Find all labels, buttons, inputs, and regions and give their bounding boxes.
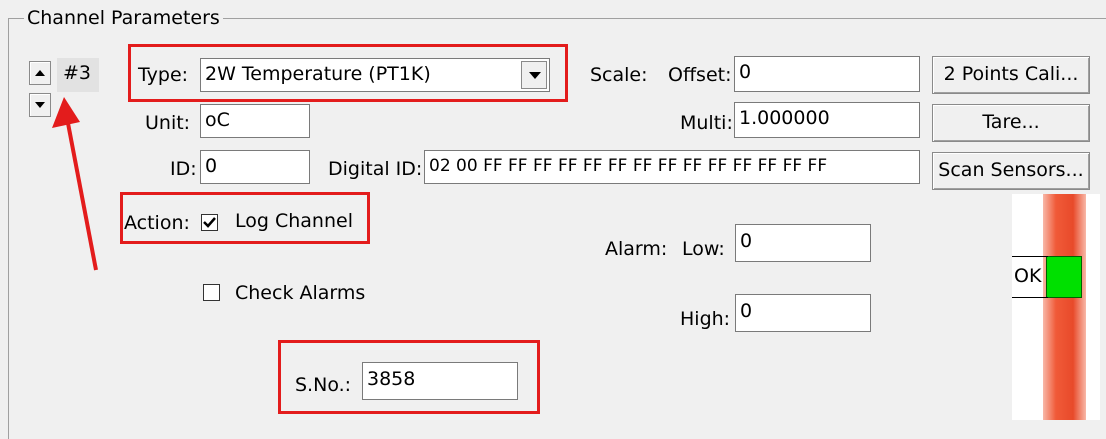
status-bar	[1043, 194, 1086, 420]
id-input[interactable]: 0	[200, 150, 310, 184]
scale-label: Scale:	[590, 64, 648, 86]
check-alarms-checkbox[interactable]	[203, 284, 220, 301]
alarm-low-input[interactable]: 0	[735, 224, 871, 262]
annotation-type-box	[128, 44, 568, 102]
high-label: High:	[680, 308, 731, 330]
alarm-label: Alarm:	[605, 238, 668, 260]
tare-button[interactable]: Tare...	[932, 104, 1090, 142]
unit-input[interactable]: oC	[200, 104, 310, 138]
multi-input[interactable]: 1.000000	[734, 102, 920, 138]
status-line-top	[1012, 256, 1048, 257]
check-alarms-label: Check Alarms	[235, 282, 366, 304]
status-line-bottom	[1012, 297, 1048, 298]
scan-sensors-button[interactable]: Scan Sensors...	[932, 152, 1090, 190]
digital-id-input[interactable]: 02 00 FF FF FF FF FF FF FF FF FF FF FF F…	[424, 150, 920, 184]
offset-label: Offset:	[668, 64, 732, 86]
id-label: ID:	[170, 158, 197, 180]
multi-label: Multi:	[680, 112, 733, 134]
status-ok-indicator	[1046, 256, 1082, 298]
annotation-arrow-icon	[52, 97, 98, 271]
low-label: Low:	[682, 238, 725, 260]
unit-label: Unit:	[145, 112, 191, 134]
arrow-up-icon	[35, 70, 45, 76]
status-ok-label: OK	[1014, 265, 1042, 287]
annotation-sno-box	[278, 340, 540, 414]
offset-input[interactable]: 0	[734, 56, 920, 92]
group-title: Channel Parameters	[24, 6, 223, 30]
channel-up-button[interactable]	[29, 61, 51, 85]
two-points-cali-button[interactable]: 2 Points Cali...	[932, 56, 1090, 94]
channel-down-button[interactable]	[29, 93, 51, 117]
digital-id-label: Digital ID:	[328, 158, 423, 180]
channel-number: #3	[57, 58, 99, 92]
alarm-high-input[interactable]: 0	[735, 294, 871, 332]
annotation-action-box	[120, 192, 370, 244]
arrow-down-icon	[35, 102, 45, 108]
